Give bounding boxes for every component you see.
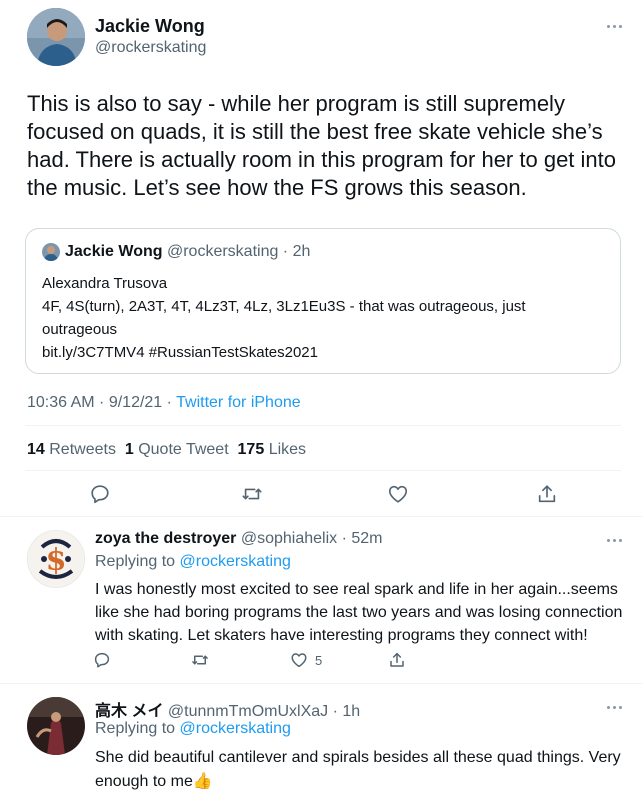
replying-to-link[interactable]: @rockerskating	[180, 553, 291, 570]
share-icon[interactable]	[388, 651, 406, 669]
reply-text-line: like she had boring programs the last tw…	[95, 604, 623, 621]
quotes-label: Quote Tweet	[138, 441, 229, 458]
reply-text: I was honestly most excited to see real …	[95, 578, 622, 647]
dot-separator: ·	[337, 530, 352, 547]
reply-like-count: 5	[315, 653, 323, 668]
dot-separator: ·	[278, 243, 293, 260]
tweet-text-line: had. There is actually room in this prog…	[27, 147, 616, 172]
replying-to-prefix: Replying to	[95, 720, 180, 737]
like-icon[interactable]	[290, 651, 308, 669]
retweets-stat[interactable]: 14 Retweets	[27, 441, 116, 458]
main-author-name[interactable]: Jackie Wong	[95, 16, 205, 37]
main-author-handle[interactable]: @rockerskating	[95, 39, 206, 57]
likes-stat[interactable]: 175 Likes	[238, 441, 307, 458]
divider	[25, 470, 621, 471]
tweet-source-link[interactable]: Twitter for iPhone	[176, 394, 301, 411]
likes-label: Likes	[268, 441, 307, 458]
reply-author-name[interactable]: 高木 メイ	[95, 703, 163, 720]
retweets-label: Retweets	[49, 441, 116, 458]
reply-author-handle[interactable]: @sophiahelix	[241, 530, 337, 547]
more-options-icon[interactable]	[605, 536, 625, 546]
quoted-line: 4F, 4S(turn), 2A3T, 4T, 4Lz3T, 4Lz, 3Lz1…	[42, 298, 526, 315]
retweet-icon[interactable]	[191, 651, 209, 669]
quoted-line: Alexandra Trusova	[42, 275, 168, 292]
quoted-author-name: Jackie Wong	[65, 243, 163, 260]
reply-time[interactable]: 1h	[342, 703, 360, 720]
tweet-stats: 14 Retweets 1 Quote Tweet 175 Likes	[27, 441, 306, 459]
quotes-stat[interactable]: 1 Quote Tweet	[125, 441, 229, 458]
likes-count: 175	[237, 441, 265, 458]
reply-text-line: She did beautiful cantilever and spirals…	[95, 749, 621, 766]
divider	[25, 425, 621, 426]
quoted-time: 2h	[292, 243, 311, 260]
quoted-author-avatar	[42, 243, 60, 261]
svg-text:$: $	[46, 543, 67, 578]
tweet-text-line: the music. Let’s see how the FS grows th…	[27, 175, 527, 200]
like-icon[interactable]	[387, 483, 409, 505]
tweet-text-line: This is also to say - while her program …	[27, 91, 565, 116]
reply-text-line: with skating. Let skaters have interesti…	[95, 627, 588, 644]
replying-to-link[interactable]: @rockerskating	[180, 720, 291, 737]
dot-separator: ·	[328, 703, 343, 720]
main-tweet-text: This is also to say - while her program …	[27, 90, 616, 202]
reply-icon[interactable]	[93, 651, 111, 669]
quoted-line: outrageous	[42, 321, 118, 338]
more-options-icon[interactable]	[605, 703, 625, 713]
reply-text-line: enough to me👍	[95, 773, 213, 790]
retweets-count: 14	[27, 441, 45, 458]
retweet-icon[interactable]	[241, 483, 263, 505]
more-options-icon[interactable]	[605, 22, 625, 32]
divider	[0, 683, 643, 684]
quotes-count: 1	[124, 441, 134, 458]
tweet-text-line: focused on quads, it is still the best f…	[27, 119, 603, 144]
quoted-tweet-text: Alexandra Trusova 4F, 4S(turn), 2A3T, 4T…	[42, 272, 526, 364]
replying-to-prefix: Replying to	[95, 553, 180, 570]
tweet-timestamp[interactable]: 10:36 AM · 9/12/21 ·	[27, 394, 176, 411]
reply-icon[interactable]	[89, 483, 111, 505]
divider	[0, 516, 643, 517]
quoted-tweet-card[interactable]: Jackie Wong @rockerskating · 2h Alexandr…	[25, 228, 621, 374]
reply-text-line: I was honestly most excited to see real …	[95, 581, 618, 598]
quoted-author-handle: @rockerskating	[166, 243, 279, 260]
share-icon[interactable]	[536, 483, 558, 505]
reply-text: She did beautiful cantilever and spirals…	[95, 746, 621, 794]
reply-author-name[interactable]: zoya the destroyer	[95, 530, 236, 547]
reply-author-handle[interactable]: @tunnmTmOmUxlXaJ	[168, 703, 328, 720]
quoted-line: bit.ly/3C7TMV4 #RussianTestSkates2021	[42, 344, 318, 361]
reply-avatar[interactable]: $	[27, 530, 85, 588]
reply-avatar[interactable]	[27, 697, 85, 755]
main-author-avatar[interactable]	[27, 8, 85, 66]
reply-time[interactable]: 52m	[351, 530, 382, 547]
